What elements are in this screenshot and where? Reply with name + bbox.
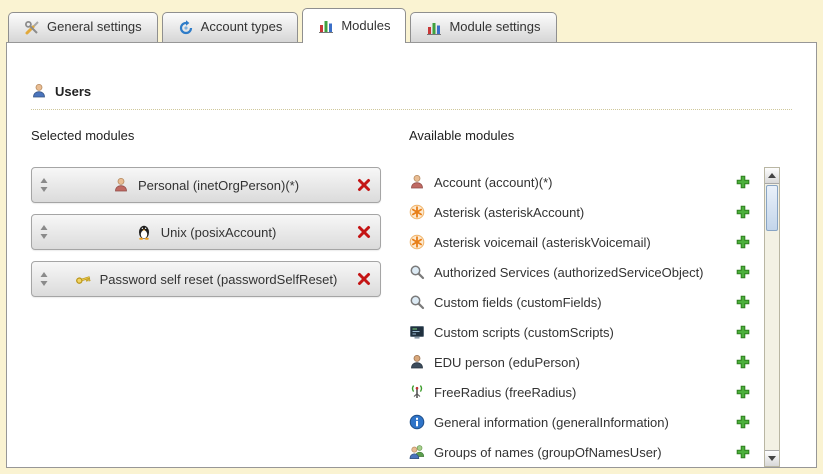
section-header: Users: [31, 43, 792, 110]
scrollbar-thumb[interactable]: [766, 185, 778, 231]
available-module-label: FreeRadius (freeRadius): [434, 385, 727, 400]
scroll-up-icon: [768, 173, 776, 178]
add-icon[interactable]: [736, 355, 750, 369]
person-icon: [113, 177, 129, 193]
scroll-up-button[interactable]: [765, 168, 779, 184]
drag-handle-icon[interactable]: [40, 178, 48, 192]
edu-person-icon: [409, 354, 425, 370]
available-modules-viewport: Account (account)(*) Asterisk (asteriskA…: [409, 167, 780, 467]
available-module-row: Groups of names (groupOfNamesUser): [409, 437, 754, 467]
available-module-row: Custom fields (customFields): [409, 287, 754, 317]
selected-module-row: Password self reset (passwordSelfReset): [31, 261, 381, 297]
selected-modules-column: Selected modules Personal (inetOrgPerson…: [31, 124, 381, 467]
group-icon: [409, 444, 425, 460]
add-icon[interactable]: [736, 415, 750, 429]
script-icon: [409, 324, 425, 340]
available-module-row: Custom scripts (customScripts): [409, 317, 754, 347]
selected-module-row: Personal (inetOrgPerson)(*): [31, 167, 381, 203]
magnifier-icon: [409, 294, 425, 310]
delete-icon[interactable]: [357, 178, 371, 192]
add-icon[interactable]: [736, 205, 750, 219]
tab-bar: General settings Account types Modules M…: [0, 0, 823, 42]
selected-module-label: Unix (posixAccount): [161, 225, 277, 240]
tools-icon: [24, 20, 40, 36]
available-module-label: Asterisk (asteriskAccount): [434, 205, 727, 220]
tab-modules[interactable]: Modules: [302, 8, 406, 43]
selected-module-label: Personal (inetOrgPerson)(*): [138, 178, 299, 193]
selected-modules-heading: Selected modules: [31, 128, 381, 143]
available-module-label: EDU person (eduPerson): [434, 355, 727, 370]
scroll-down-button[interactable]: [765, 450, 779, 466]
chart-icon: [426, 20, 442, 36]
available-modules-column: Available modules Account (account)(*) A…: [409, 124, 780, 467]
available-module-row: General information (generalInformation): [409, 407, 754, 437]
available-module-row: EDU person (eduPerson): [409, 347, 754, 377]
info-icon: [409, 414, 425, 430]
available-module-label: Custom fields (customFields): [434, 295, 727, 310]
add-icon[interactable]: [736, 175, 750, 189]
available-module-label: Groups of names (groupOfNamesUser): [434, 445, 727, 460]
section-title: Users: [55, 84, 91, 99]
penguin-icon: [136, 224, 152, 240]
available-module-row: Account (account)(*): [409, 167, 754, 197]
selected-modules-list: Personal (inetOrgPerson)(*) Unix (posixA…: [31, 167, 381, 297]
drag-handle-icon[interactable]: [40, 272, 48, 286]
radius-icon: [409, 384, 425, 400]
available-module-row: Asterisk (asteriskAccount): [409, 197, 754, 227]
available-module-label: Authorized Services (authorizedServiceOb…: [434, 265, 727, 280]
available-module-label: Account (account)(*): [434, 175, 727, 190]
tab-general-settings[interactable]: General settings: [8, 12, 158, 42]
add-icon[interactable]: [736, 325, 750, 339]
available-modules-scrollbar[interactable]: [764, 167, 780, 467]
add-icon[interactable]: [736, 445, 750, 459]
drag-handle-icon[interactable]: [40, 225, 48, 239]
asterisk-icon: [409, 204, 425, 220]
tab-account-types[interactable]: Account types: [162, 12, 299, 42]
asterisk-icon: [409, 234, 425, 250]
available-module-row: FreeRadius (freeRadius): [409, 377, 754, 407]
add-icon[interactable]: [736, 295, 750, 309]
person-icon: [409, 174, 425, 190]
magnifier-icon: [409, 264, 425, 280]
add-icon[interactable]: [736, 235, 750, 249]
available-module-row: Authorized Services (authorizedServiceOb…: [409, 257, 754, 287]
content-panel: Users Selected modules Personal (inetOrg…: [6, 42, 817, 468]
sync-icon: [178, 20, 194, 36]
available-modules-list: Account (account)(*) Asterisk (asteriskA…: [409, 167, 754, 467]
delete-icon[interactable]: [357, 225, 371, 239]
available-module-label: Custom scripts (customScripts): [434, 325, 727, 340]
key-icon: [75, 271, 91, 287]
available-module-label: Asterisk voicemail (asteriskVoicemail): [434, 235, 727, 250]
user-icon: [31, 83, 47, 99]
add-icon[interactable]: [736, 265, 750, 279]
available-module-row: Asterisk voicemail (asteriskVoicemail): [409, 227, 754, 257]
chart-icon: [318, 18, 334, 34]
available-modules-heading: Available modules: [409, 128, 780, 143]
available-module-label: General information (generalInformation): [434, 415, 727, 430]
scroll-down-icon: [768, 456, 776, 461]
selected-module-row: Unix (posixAccount): [31, 214, 381, 250]
add-icon[interactable]: [736, 385, 750, 399]
selected-module-label: Password self reset (passwordSelfReset): [100, 272, 338, 287]
delete-icon[interactable]: [357, 272, 371, 286]
module-columns: Selected modules Personal (inetOrgPerson…: [31, 124, 780, 467]
lam-configuration-page: General settings Account types Modules M…: [0, 0, 823, 474]
tab-module-settings[interactable]: Module settings: [410, 12, 556, 42]
